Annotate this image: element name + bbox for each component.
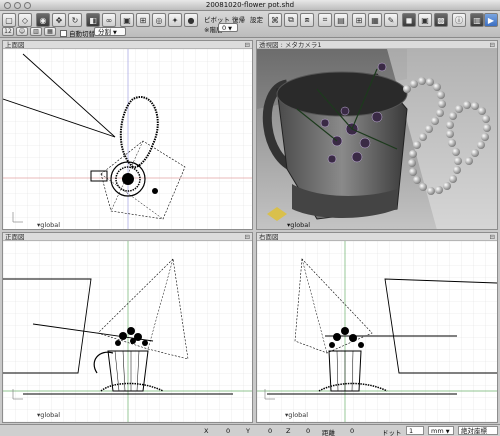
title-bar: 20081020-flower pot.shd (0, 0, 500, 11)
menu-icon[interactable]: ⊟ (245, 41, 250, 49)
shape-icon[interactable]: ◇ (18, 13, 32, 27)
right-view-canvas (257, 241, 497, 422)
histogram-icon[interactable]: ▥ (470, 13, 484, 27)
application-window: 20081020-flower pot.shd ▢ ◇ ◉ ✥ ↻ ◧ ∞ ▣ … (0, 0, 500, 436)
auto-switch-checkbox[interactable]: 自動切替 (60, 28, 95, 38)
chevron-down-icon: ▼ (228, 26, 232, 32)
coordinate-system-label[interactable]: ▾global (37, 411, 60, 419)
paste-icon[interactable]: ⧈ (300, 13, 314, 27)
view-12-icon[interactable]: 12 (2, 27, 14, 36)
camera-icon[interactable]: ◎ (152, 13, 166, 27)
stage-dropdown[interactable]: 0 ▼ (218, 23, 238, 32)
menu-icon[interactable]: ⊟ (490, 41, 495, 49)
display-icon[interactable]: ▣ (418, 13, 432, 27)
info-icon[interactable]: ⓘ (452, 13, 466, 27)
coordinate-system-label[interactable]: ▾global (37, 221, 60, 229)
chevron-down-icon: ▼ (113, 30, 117, 36)
pane-header: 透視図 : メタカメラ1 ⊟ (257, 41, 497, 49)
distance-value: 0 (350, 427, 355, 435)
coordinate-mode-dropdown[interactable]: 絶対座標 (458, 426, 498, 435)
menu-icon[interactable]: ⊟ (245, 233, 250, 241)
pane-header: 正面図 ⊟ (3, 233, 252, 241)
front-view-canvas (3, 241, 252, 422)
pane-title: 透視図 : メタカメラ1 (259, 41, 322, 49)
light-icon[interactable]: ✦ (168, 13, 182, 27)
perspective-view-pane[interactable]: 透視図 : メタカメラ1 ⊟ ▾global (256, 40, 498, 230)
grid-icon[interactable]: ⊞ (352, 13, 366, 27)
coordinate-system-label[interactable]: ▾global (285, 411, 308, 419)
z-value: 0 (306, 427, 311, 435)
pane-title: 右面図 (259, 233, 279, 241)
split-value: 分割 (98, 28, 111, 36)
pane-title: 上面図 (5, 41, 25, 49)
view-split-icon[interactable]: ▥ (30, 27, 42, 36)
front-view-pane[interactable]: 正面図 ⊟ ▾global (2, 232, 253, 423)
pane-header: 上面図 ⊟ (3, 41, 252, 49)
move-icon[interactable]: ✥ (52, 13, 66, 27)
table-icon[interactable]: ▤ (334, 13, 348, 27)
texture-icon[interactable]: ▩ (434, 13, 448, 27)
right-view-pane[interactable]: 右面図 ⊟ ▾global (256, 232, 498, 423)
coordinate-system-label[interactable]: ▾global (287, 221, 310, 229)
unit-value: mm (431, 427, 444, 435)
preview-icon[interactable]: ▶ (484, 13, 498, 27)
window-icon[interactable]: ▢ (2, 13, 16, 27)
image-icon[interactable]: ▣ (120, 13, 134, 27)
select-icon[interactable]: ◉ (36, 13, 50, 27)
settings-button[interactable]: 設定 (250, 14, 263, 24)
dot-label: ドット (382, 429, 402, 436)
coordinate-mode-value: 絶対座標 (461, 427, 487, 435)
panel-icon[interactable]: ▦ (368, 13, 382, 27)
align-icon[interactable]: ⌘ (268, 13, 282, 27)
x-label: X (204, 427, 209, 435)
copy-icon[interactable]: ⧉ (284, 13, 298, 27)
pane-header: 右面図 ⊟ (257, 233, 497, 241)
auto-switch-label: 自動切替 (69, 30, 95, 38)
perspective-render (257, 49, 497, 229)
window-title: 20081020-flower pot.shd (205, 1, 295, 9)
dot-field[interactable]: 1 (406, 426, 424, 435)
view-box-icon[interactable]: ▦ (44, 27, 56, 36)
shading-icon[interactable]: ● (184, 13, 198, 27)
checkbox-icon (60, 29, 67, 37)
wire-icon[interactable]: ⌗ (318, 13, 332, 27)
distance-label: 距離 (322, 429, 335, 436)
view-face-icon[interactable]: ☺ (16, 27, 28, 36)
stage-value: 0 (222, 24, 227, 32)
status-bar: X 0 Y 0 Z 0 距離 0 ドット 1 mm ▼ 絶対座標 (0, 424, 500, 436)
split-dropdown[interactable]: 分割 ▼ (94, 27, 126, 36)
scale-icon[interactable]: ◧ (86, 13, 100, 27)
render-icon[interactable]: ◼ (402, 13, 416, 27)
unit-dropdown[interactable]: mm ▼ (428, 426, 454, 435)
y-value: 0 (268, 427, 273, 435)
y-label: Y (246, 427, 250, 435)
ruler-icon[interactable]: ⊞ (136, 13, 150, 27)
z-label: Z (286, 427, 291, 435)
rotate-icon[interactable]: ↻ (68, 13, 82, 27)
top-view-canvas (3, 49, 252, 229)
pane-title: 正面図 (5, 233, 25, 241)
link-icon[interactable]: ∞ (102, 13, 116, 27)
chevron-down-icon: ▼ (445, 429, 450, 435)
toolbar: ▢ ◇ ◉ ✥ ↻ ◧ ∞ ▣ ⊞ ◎ ✦ ● 12 ☺ ▥ ▦ 自動切替 分割… (0, 11, 500, 38)
top-view-pane[interactable]: 上面図 ⊟ ▾global (2, 40, 253, 230)
menu-icon[interactable]: ⊟ (490, 233, 495, 241)
tool-icon[interactable]: ✎ (384, 13, 398, 27)
x-value: 0 (226, 427, 231, 435)
